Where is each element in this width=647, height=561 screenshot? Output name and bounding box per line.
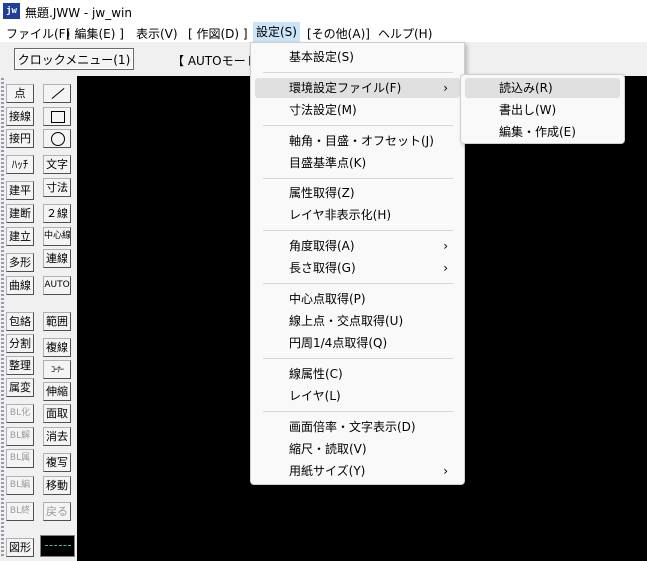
- tool-erase[interactable]: 消去: [43, 427, 71, 446]
- submenu-item-edit-create[interactable]: 編集・作成(E): [465, 122, 620, 142]
- tool-envelope[interactable]: 包絡: [6, 312, 34, 331]
- menu-view[interactable]: 表示(V): [136, 25, 178, 42]
- tool-attribute-change[interactable]: 属変: [6, 378, 34, 397]
- app-icon: jw: [3, 3, 20, 19]
- tool-line[interactable]: [43, 84, 71, 103]
- tool-elevation[interactable]: 建立: [6, 227, 34, 246]
- menu-separator: [263, 230, 453, 231]
- menu-help[interactable]: ヘルプ(H): [378, 25, 432, 42]
- menu-item-layer[interactable]: レイヤ(L): [255, 386, 460, 406]
- rectangle-icon: [51, 111, 65, 123]
- menu-item-paper-size[interactable]: 用紙サイズ(Y) ›: [255, 461, 460, 481]
- tool-auto[interactable]: AUTO: [43, 276, 71, 295]
- tool-range[interactable]: 範囲: [43, 312, 71, 331]
- menu-separator: [263, 283, 453, 284]
- menu-item-zoom-text[interactable]: 画面倍率・文字表示(D): [255, 417, 460, 437]
- tool-block-attribute[interactable]: BL属: [6, 449, 34, 468]
- tool-copy[interactable]: 複写: [43, 453, 71, 472]
- circle-icon: [51, 132, 65, 146]
- menu-draw[interactable]: [ 作図(D) ]: [188, 25, 248, 42]
- tool-parallel-line[interactable]: 複線: [43, 338, 71, 357]
- menu-edit[interactable]: [ 編集(E) ]: [66, 25, 124, 42]
- auto-mode-label: 【 AUTOモード: [172, 54, 258, 68]
- palette-grip[interactable]: [1, 78, 4, 557]
- tool-shape[interactable]: 図形: [6, 538, 34, 557]
- tool-hatch[interactable]: ﾊｯﾁ: [6, 155, 34, 174]
- tool-circle[interactable]: [43, 129, 71, 148]
- tool-point[interactable]: 点: [6, 84, 34, 103]
- menu-item-scale-read[interactable]: 縮尺・読取(V): [255, 439, 460, 459]
- menu-item-scale-origin[interactable]: 目盛基準点(K): [255, 153, 460, 173]
- tool-center-line[interactable]: 中心線: [43, 227, 71, 246]
- menu-item-dimension-settings[interactable]: 寸法設定(M): [255, 100, 460, 120]
- menu-separator: [263, 178, 453, 179]
- menu-item-basic-settings[interactable]: 基本設定(S): [255, 47, 460, 67]
- menu-separator: [263, 72, 453, 73]
- tool-organize[interactable]: 整理: [6, 356, 34, 375]
- menu-item-center-point[interactable]: 中心点取得(P): [255, 289, 460, 309]
- line-type-preview[interactable]: [40, 535, 75, 557]
- menu-bar: ファイル(F) [ 編集(E) ] 表示(V) [ 作図(D) ] 設定(S) …: [0, 22, 647, 42]
- tool-curve[interactable]: 曲線: [6, 276, 34, 295]
- menu-item-attribute-get[interactable]: 属性取得(Z): [255, 183, 460, 203]
- submenu-item-write[interactable]: 書出し(W): [465, 100, 620, 120]
- tool-section[interactable]: 建断: [6, 204, 34, 223]
- clock-menu-button[interactable]: クロックメニュー(1): [14, 48, 134, 70]
- tool-block-create[interactable]: BL化: [6, 404, 34, 423]
- menu-item-env-file[interactable]: 環境設定ファイル(F) ›: [255, 78, 460, 98]
- tool-corner[interactable]: ｺｰﾅｰ: [43, 360, 71, 379]
- submenu-item-load[interactable]: 読込み(R): [465, 78, 620, 98]
- menu-settings[interactable]: 設定(S): [253, 22, 300, 42]
- tool-chamfer[interactable]: 面取: [43, 404, 71, 423]
- tool-stretch[interactable]: 伸縮: [43, 382, 71, 401]
- tool-text[interactable]: 文字: [43, 155, 71, 174]
- menu-item-line-attribute[interactable]: 線属性(C): [255, 364, 460, 384]
- tool-tangent[interactable]: 接線: [6, 107, 34, 126]
- tool-block-end[interactable]: BL終: [6, 502, 34, 521]
- menu-item-quarter-point[interactable]: 円周1/4点取得(Q): [255, 333, 460, 353]
- tool-tangent-circle[interactable]: 接円: [6, 129, 34, 148]
- tool-continuous-line[interactable]: 連線: [43, 249, 71, 268]
- menu-item-axis-angle[interactable]: 軸角・目盛・オフセット(J): [255, 131, 460, 151]
- menu-item-layer-hide[interactable]: レイヤ非表示化(H): [255, 205, 460, 225]
- menu-item-intersection[interactable]: 線上点・交点取得(U): [255, 311, 460, 331]
- menu-item-angle-get[interactable]: 角度取得(A) ›: [255, 236, 460, 256]
- chevron-right-icon: ›: [443, 261, 448, 275]
- window-title: 無題.JWW - jw_win: [25, 6, 132, 20]
- tool-block-edit[interactable]: BL編: [6, 476, 34, 495]
- dash-line-icon: [45, 545, 71, 547]
- menu-item-length-get[interactable]: 長さ取得(G) ›: [255, 258, 460, 278]
- tool-dimension[interactable]: 寸法: [43, 178, 71, 197]
- menu-separator: [263, 358, 453, 359]
- chevron-right-icon: ›: [443, 464, 448, 478]
- menu-separator: [263, 125, 453, 126]
- title-bar: jw 無題.JWW - jw_win: [0, 0, 647, 22]
- menu-file[interactable]: ファイル(F): [6, 25, 70, 42]
- tool-double-line[interactable]: ２線: [43, 204, 71, 223]
- tool-undo[interactable]: 戻る: [43, 502, 71, 521]
- chevron-right-icon: ›: [443, 81, 448, 95]
- tool-plan[interactable]: 建平: [6, 181, 34, 200]
- tool-move[interactable]: 移動: [43, 476, 71, 495]
- chevron-right-icon: ›: [443, 239, 448, 253]
- settings-menu: 基本設定(S) 環境設定ファイル(F) › 寸法設定(M) 軸角・目盛・オフセット…: [250, 42, 465, 485]
- tool-rectangle[interactable]: [43, 107, 71, 126]
- tool-polygon[interactable]: 多形: [6, 253, 34, 272]
- menu-other[interactable]: [その他(A)]: [307, 25, 370, 42]
- menu-separator: [263, 411, 453, 412]
- tool-divide[interactable]: 分割: [6, 334, 34, 353]
- line-icon: [51, 87, 65, 100]
- env-file-submenu: 読込み(R) 書出し(W) 編集・作成(E): [460, 74, 625, 144]
- tool-block-explode[interactable]: BL解: [6, 427, 34, 446]
